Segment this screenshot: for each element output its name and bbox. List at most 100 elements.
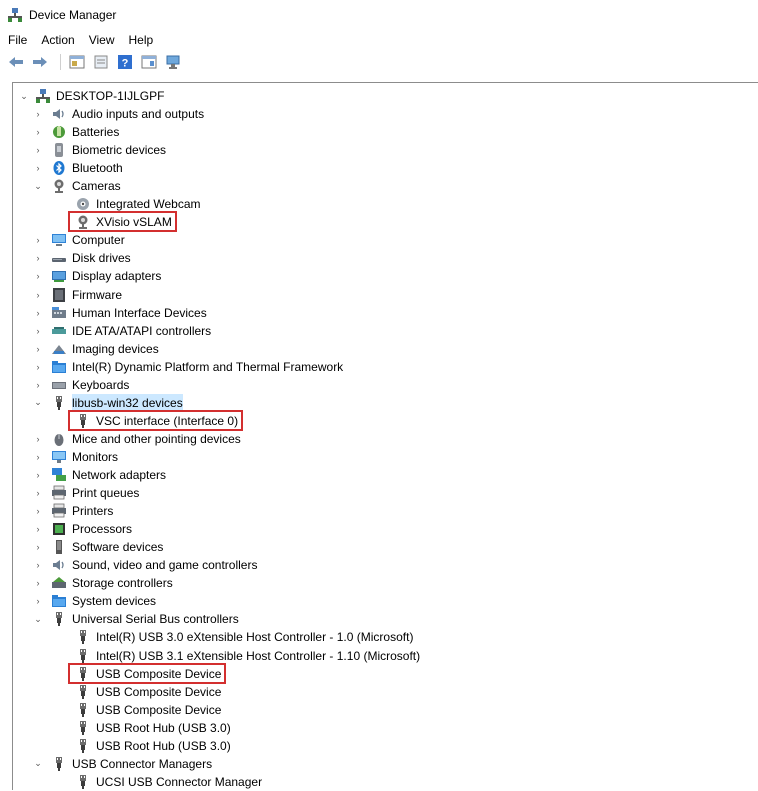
tree-item-network-adapters[interactable]: › Network adapters xyxy=(37,466,166,484)
tree-item-disk-drives[interactable]: › Disk drives xyxy=(37,249,131,267)
chevron-right-icon[interactable]: › xyxy=(33,105,43,123)
tree-item-bluetooth[interactable]: › Bluetooth xyxy=(37,159,123,177)
tree-item-cameras[interactable]: ⌄ Cameras xyxy=(34,177,121,195)
tree-item-label: USB Connector Managers xyxy=(72,756,213,771)
chevron-right-icon[interactable]: › xyxy=(33,448,43,466)
tree-item-computer[interactable]: › Computer xyxy=(37,231,125,249)
printer-icon xyxy=(51,485,67,501)
properties-icon[interactable] xyxy=(67,53,87,71)
usb-plug-icon xyxy=(75,774,91,790)
tree-item-label: Batteries xyxy=(72,125,120,140)
usb-plug-icon xyxy=(75,702,91,718)
forward-icon[interactable] xyxy=(30,53,50,71)
tree-item-usb-connector-managers[interactable]: ⌄ USB Connector Managers xyxy=(34,755,213,773)
tree-item-audio-inputs-and-outputs[interactable]: › Audio inputs and outputs xyxy=(37,105,205,123)
help-icon[interactable]: ? xyxy=(115,53,135,71)
highlight-box xyxy=(68,662,227,684)
tree-root[interactable]: ⌄ DESKTOP-1IJLGPF xyxy=(13,87,164,105)
tree-item-mice-and-other-pointing-devices[interactable]: › Mice and other pointing devices xyxy=(37,430,241,448)
usb-plug-icon xyxy=(51,395,67,411)
tree-item-keyboards[interactable]: › Keyboards xyxy=(37,376,130,394)
menu-view[interactable]: View xyxy=(82,33,122,47)
chevron-right-icon[interactable]: › xyxy=(33,231,43,249)
chevron-right-icon[interactable]: › xyxy=(33,574,43,592)
chevron-down-icon[interactable]: ⌄ xyxy=(33,755,43,773)
tree-item-processors[interactable]: › Processors xyxy=(37,520,133,538)
chevron-right-icon[interactable]: › xyxy=(33,376,43,394)
tree-item-intel-r-usb-3-0-extensible-host-controller-1-0-microsoft[interactable]: Intel(R) USB 3.0 eXtensible Host Control… xyxy=(75,628,413,646)
usb-plug-icon xyxy=(51,611,67,627)
hid-icon xyxy=(51,305,67,321)
chevron-right-icon[interactable]: › xyxy=(33,358,43,376)
tree-item-label: Display adapters xyxy=(72,269,162,284)
tree-item-universal-serial-bus-controllers[interactable]: ⌄ Universal Serial Bus controllers xyxy=(34,610,239,628)
chevron-down-icon[interactable]: ⌄ xyxy=(33,394,43,412)
tree-item-label: Imaging devices xyxy=(72,341,159,356)
tree-item-print-queues[interactable]: › Print queues xyxy=(37,484,140,502)
tree-item-storage-controllers[interactable]: › Storage controllers xyxy=(37,574,173,592)
chevron-right-icon[interactable]: › xyxy=(33,556,43,574)
highlight-box xyxy=(68,409,244,431)
usb-plug-icon xyxy=(75,738,91,754)
tree-item-label: Human Interface Devices xyxy=(72,305,207,320)
tree-item-biometric-devices[interactable]: › Biometric devices xyxy=(37,141,166,159)
chevron-down-icon[interactable]: ⌄ xyxy=(33,610,43,628)
show-hidden-icon[interactable] xyxy=(91,53,111,71)
chevron-right-icon[interactable]: › xyxy=(33,484,43,502)
tree-item-display-adapters[interactable]: › Display adapters xyxy=(37,267,162,285)
tree-item-firmware[interactable]: › Firmware xyxy=(37,286,122,304)
chevron-down-icon[interactable]: ⌄ xyxy=(33,177,43,195)
menu-bar: File Action View Help xyxy=(0,30,758,50)
chevron-right-icon[interactable]: › xyxy=(33,322,43,340)
speaker-icon xyxy=(51,106,67,122)
chevron-right-icon[interactable]: › xyxy=(33,340,43,358)
tree-item-ide-ata-atapi-controllers[interactable]: › IDE ATA/ATAPI controllers xyxy=(37,322,212,340)
device-manager-icon xyxy=(7,7,23,23)
tree-item-label: IDE ATA/ATAPI controllers xyxy=(72,323,212,338)
tree-item-batteries[interactable]: › Batteries xyxy=(37,123,120,141)
menu-file[interactable]: File xyxy=(0,33,34,47)
chevron-right-icon[interactable]: › xyxy=(33,430,43,448)
tree-item-human-interface-devices[interactable]: › Human Interface Devices xyxy=(37,304,207,322)
chevron-right-icon[interactable]: › xyxy=(33,159,43,177)
tree-item-label: Cameras xyxy=(72,179,121,194)
chevron-right-icon[interactable]: › xyxy=(33,466,43,484)
device-tree: ⌄ DESKTOP-1IJLGPF › Audio inputs and outp… xyxy=(12,82,758,790)
chevron-right-icon[interactable]: › xyxy=(33,286,43,304)
chevron-right-icon[interactable]: › xyxy=(33,538,43,556)
chevron-right-icon[interactable]: › xyxy=(33,592,43,610)
tree-item-system-devices[interactable]: › System devices xyxy=(37,592,157,610)
speaker-icon xyxy=(51,557,67,573)
chevron-right-icon[interactable]: › xyxy=(33,502,43,520)
scan-hardware-icon[interactable] xyxy=(163,53,183,71)
tree-root-label: DESKTOP-1IJLGPF xyxy=(56,89,165,103)
chevron-right-icon[interactable]: › xyxy=(33,141,43,159)
tree-item-label: Firmware xyxy=(72,287,122,302)
tree-item-monitors[interactable]: › Monitors xyxy=(37,448,119,466)
tree-item-sound-video-and-game-controllers[interactable]: › Sound, video and game controllers xyxy=(37,556,258,574)
chevron-right-icon[interactable]: › xyxy=(33,520,43,538)
tree-item-software-devices[interactable]: › Software devices xyxy=(37,538,163,556)
back-icon[interactable] xyxy=(6,53,26,71)
chevron-right-icon[interactable]: › xyxy=(33,123,43,141)
tree-item-label: Print queues xyxy=(72,486,140,501)
menu-action[interactable]: Action xyxy=(34,33,81,47)
tree-item-printers[interactable]: › Printers xyxy=(37,502,113,520)
tree-item-usb-composite-device[interactable]: USB Composite Device xyxy=(75,701,221,719)
chevron-right-icon[interactable]: › xyxy=(33,267,43,285)
tree-item-ucsi-usb-connector-manager[interactable]: UCSI USB Connector Manager xyxy=(75,773,262,791)
chevron-down-icon[interactable]: ⌄ xyxy=(19,87,29,105)
tree-item-label: Mice and other pointing devices xyxy=(72,431,241,446)
chevron-right-icon[interactable]: › xyxy=(33,249,43,267)
update-driver-icon[interactable] xyxy=(139,53,159,71)
menu-help[interactable]: Help xyxy=(122,33,161,47)
tree-item-intel-r-dynamic-platform-and-thermal-framework[interactable]: › Intel(R) Dynamic Platform and Thermal F… xyxy=(37,358,344,376)
tree-item-usb-root-hub-usb-3-0[interactable]: USB Root Hub (USB 3.0) xyxy=(75,719,231,737)
tree-item-usb-composite-device[interactable]: USB Composite Device xyxy=(75,683,221,701)
tree-item-label: Keyboards xyxy=(72,377,130,392)
tree-item-imaging-devices[interactable]: › Imaging devices xyxy=(37,340,159,358)
usb-plug-icon xyxy=(75,629,91,645)
tree-item-usb-root-hub-usb-3-0[interactable]: USB Root Hub (USB 3.0) xyxy=(75,737,231,755)
computer-root-icon xyxy=(35,88,51,104)
chevron-right-icon[interactable]: › xyxy=(33,304,43,322)
